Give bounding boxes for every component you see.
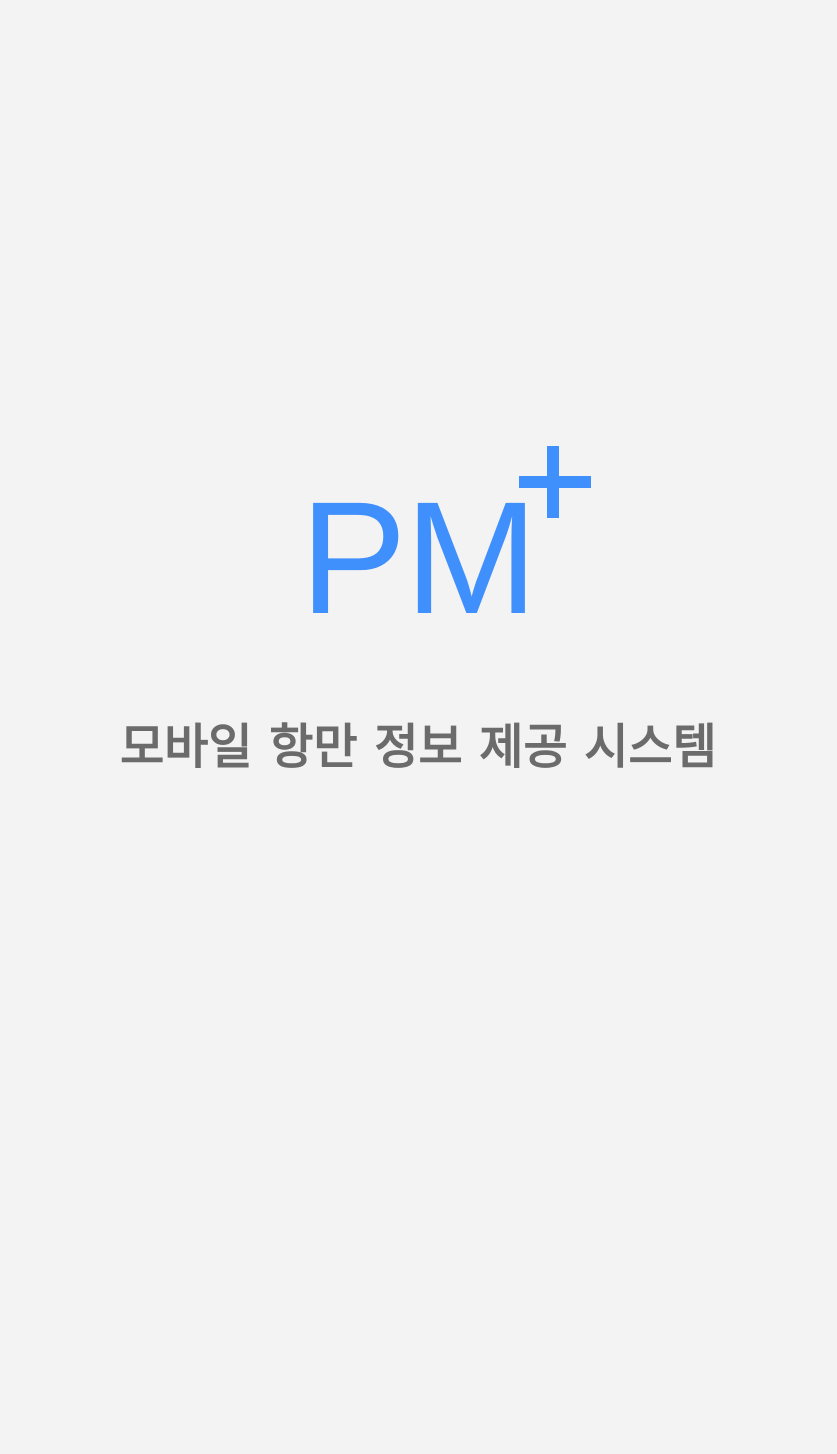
splash-screen: PM 모바일 항만 정보 제공 시스템: [0, 0, 837, 1454]
plus-icon: [519, 446, 591, 518]
app-subtitle: 모바일 항만 정보 제공 시스템: [120, 719, 717, 775]
logo-text: PM: [300, 468, 538, 647]
app-logo: PM: [300, 440, 600, 638]
